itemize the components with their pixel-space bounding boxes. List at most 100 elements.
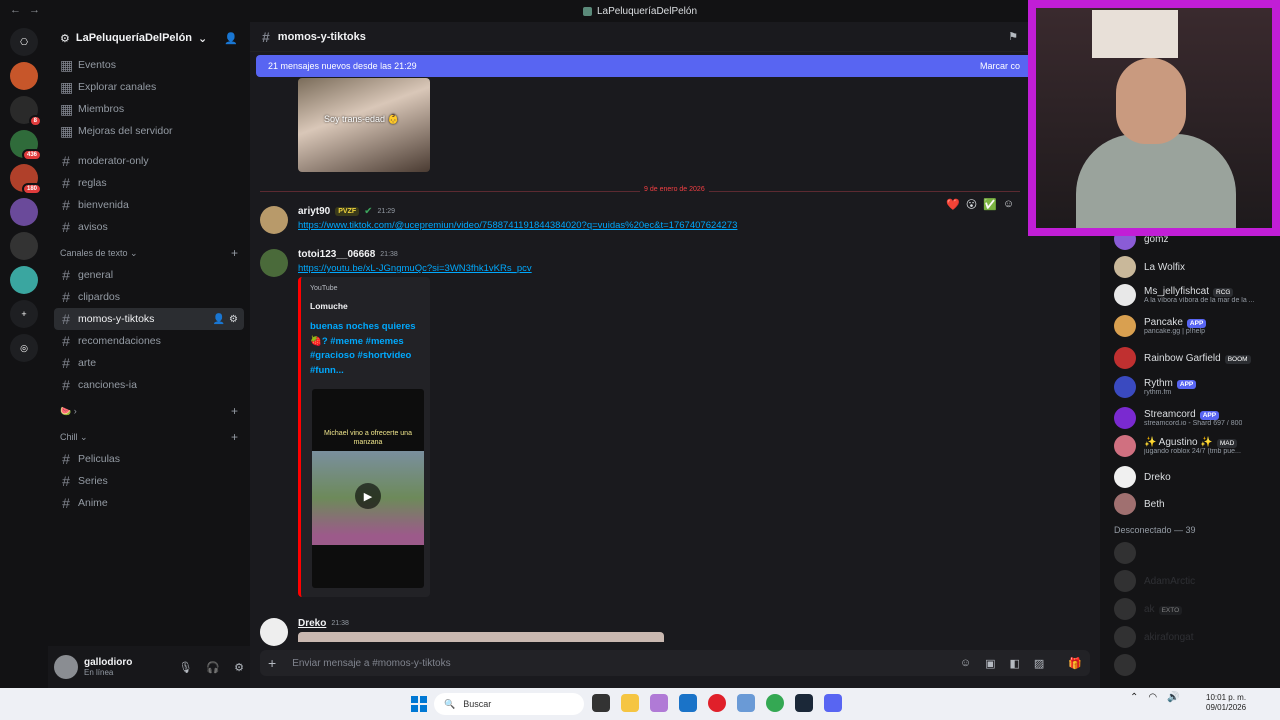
member-item[interactable]: Rainbow Garfield BOOM xyxy=(1114,347,1278,369)
avatar[interactable] xyxy=(1114,654,1136,676)
avatar[interactable] xyxy=(1114,256,1136,278)
steam-icon[interactable] xyxy=(795,694,813,712)
channel-series[interactable]: # Series xyxy=(54,470,244,492)
member-item[interactable]: Pancake APP pancake.gg | p!help xyxy=(1114,315,1278,337)
avatar[interactable] xyxy=(1114,284,1136,306)
create-channel-icon[interactable]: + xyxy=(231,430,238,444)
create-channel-icon[interactable]: + xyxy=(231,246,238,260)
settings-icon[interactable]: ⚙ xyxy=(234,661,244,674)
message-author[interactable]: totoi123__06668 xyxy=(298,249,375,260)
member-item[interactable]: Dreko xyxy=(1114,466,1278,488)
member-item[interactable]: Streamcord APP streamcord.io - Shard 697 /… xyxy=(1114,407,1278,429)
channel-mejoras-del-servidor[interactable]: ▦ Mejoras del servidor xyxy=(54,120,244,142)
member-item[interactable] xyxy=(1114,654,1278,676)
guild-server-3[interactable]: 436 xyxy=(10,130,42,161)
volume-icon[interactable]: 🔊 xyxy=(1167,692,1179,703)
avatar[interactable] xyxy=(260,249,288,277)
image-icon[interactable]: ▨ xyxy=(1034,657,1044,670)
embed-video[interactable]: Michael vino a ofrecerte una manzana ▶ xyxy=(312,389,424,588)
create-channel-icon[interactable]: + xyxy=(231,404,238,418)
channel-peliculas[interactable]: # Peliculas xyxy=(54,448,244,470)
guild-server-1[interactable] xyxy=(10,62,38,90)
windows-start-icon[interactable] xyxy=(411,696,427,712)
chrome-icon[interactable] xyxy=(766,694,784,712)
message-link[interactable]: https://www.tiktok.com/@ucepremiun/video… xyxy=(298,220,737,231)
channel-eventos[interactable]: ▦ Eventos xyxy=(54,54,244,76)
channel-explorar-canales[interactable]: ▦ Explorar canales xyxy=(54,76,244,98)
add-member-icon[interactable]: 👤 xyxy=(224,32,238,45)
guild-server-6[interactable] xyxy=(10,232,38,260)
message-author[interactable]: Dreko xyxy=(298,618,326,629)
avatar[interactable] xyxy=(1114,435,1136,457)
surprised-icon[interactable]: 😮 xyxy=(966,198,977,211)
member-item[interactable]: Beth xyxy=(1114,493,1278,515)
attachment-preview[interactable] xyxy=(298,632,664,642)
add-server-icon[interactable]: + xyxy=(10,300,38,328)
task-view-icon[interactable] xyxy=(592,694,610,712)
server-header[interactable]: ⚙ LaPeluqueríaDelPelón ⌄ 👤 xyxy=(48,22,250,54)
discord-taskbar-icon[interactable] xyxy=(824,694,842,712)
member-item[interactable] xyxy=(1114,542,1278,564)
avatar[interactable] xyxy=(260,618,288,646)
channel-reglas[interactable]: # reglas xyxy=(54,172,244,194)
category-chill[interactable]: Chill ⌄ + xyxy=(48,426,250,448)
copilot-icon[interactable] xyxy=(650,694,668,712)
new-messages-banner[interactable]: 21 mensajes nuevos desde las 21:29 Marca… xyxy=(256,55,1032,77)
embed-author[interactable]: Lomuche xyxy=(310,301,421,311)
member-item[interactable]: ✨ Agustino ✨ MAD jugando roblox 24/7 (tmb … xyxy=(1114,435,1278,457)
channel-canciones-ia[interactable]: # canciones-ia xyxy=(54,374,244,396)
invite-icon[interactable]: 👤 xyxy=(213,314,225,325)
opera-icon[interactable] xyxy=(708,694,726,712)
message-author[interactable]: ariyt90 xyxy=(298,206,330,217)
file-explorer-icon[interactable] xyxy=(621,694,639,712)
mark-read-button[interactable]: Marcar co xyxy=(980,61,1020,71)
channel-recomendaciones[interactable]: # recomendaciones xyxy=(54,330,244,352)
member-item[interactable]: AdamArctic xyxy=(1114,570,1278,592)
avatar[interactable] xyxy=(1114,626,1136,648)
video-thumbnail[interactable]: Soy trans-edad 👶 xyxy=(298,78,430,172)
embed-title[interactable]: buenas noches quieres 🍓? #meme #memes #g… xyxy=(310,320,421,378)
member-item[interactable]: ak EXTO xyxy=(1114,598,1278,620)
category-emoji[interactable]: 🍉 › + xyxy=(48,400,250,422)
member-item[interactable]: Ms_jellyfishcat RCG A la víbora víbora de … xyxy=(1114,284,1278,306)
member-item[interactable]: Rythm APP rythm.fm xyxy=(1114,376,1278,398)
avatar[interactable] xyxy=(54,655,78,679)
add-reaction-icon[interactable]: ☺ xyxy=(1003,198,1014,211)
guild-server-7[interactable] xyxy=(10,266,38,294)
avatar[interactable] xyxy=(260,206,288,234)
avatar[interactable] xyxy=(1114,347,1136,369)
avatar[interactable] xyxy=(1114,493,1136,515)
category-text[interactable]: Canales de texto ⌄ + xyxy=(48,242,250,264)
avatar[interactable] xyxy=(1114,466,1136,488)
channel-avisos[interactable]: # avisos xyxy=(54,216,244,238)
guild-server-2[interactable]: 8 xyxy=(10,96,42,127)
avatar[interactable] xyxy=(1114,570,1136,592)
channel-anime[interactable]: # Anime xyxy=(54,492,244,514)
back-arrow-icon[interactable]: ← xyxy=(10,4,21,16)
gif-icon[interactable]: ▣ xyxy=(985,657,995,670)
snip-icon[interactable] xyxy=(737,694,755,712)
check-icon[interactable]: ✅ xyxy=(983,198,997,211)
headphones-icon[interactable]: 🎧 xyxy=(206,661,220,674)
guild-discord-home[interactable]: ⎔ xyxy=(10,28,38,56)
message-link[interactable]: https://youtu.be/xL-JGngmuQc?si=3WN3fhk1… xyxy=(298,263,532,274)
avatar[interactable] xyxy=(1114,407,1136,429)
channel-bienvenida[interactable]: # bienvenida xyxy=(54,194,244,216)
channel-moderator-only[interactable]: # moderator-only xyxy=(54,150,244,172)
settings-icon[interactable]: ⚙ xyxy=(229,314,238,325)
avatar[interactable] xyxy=(1114,376,1136,398)
threads-icon[interactable]: ⚑ xyxy=(1008,30,1018,43)
chevron-up-icon[interactable]: ⌃ xyxy=(1130,692,1138,703)
message-input[interactable]: Enviar mensaje a #momos-y-tiktoks xyxy=(292,658,450,669)
gift-icon[interactable]: 🎁 xyxy=(1068,657,1082,670)
emoji-picker-icon[interactable]: ☺ xyxy=(960,657,971,670)
avatar[interactable] xyxy=(1114,542,1136,564)
sticker-icon[interactable]: ◧ xyxy=(1009,657,1019,670)
add-attachment-icon[interactable]: + xyxy=(268,655,276,671)
forward-arrow-icon[interactable]: → xyxy=(29,4,40,16)
nav-arrows[interactable]: ← → xyxy=(10,4,40,16)
avatar[interactable] xyxy=(1114,315,1136,337)
channel-general[interactable]: # general xyxy=(54,264,244,286)
store-icon[interactable] xyxy=(679,694,697,712)
taskbar-search[interactable]: 🔍 Buscar xyxy=(434,693,584,715)
